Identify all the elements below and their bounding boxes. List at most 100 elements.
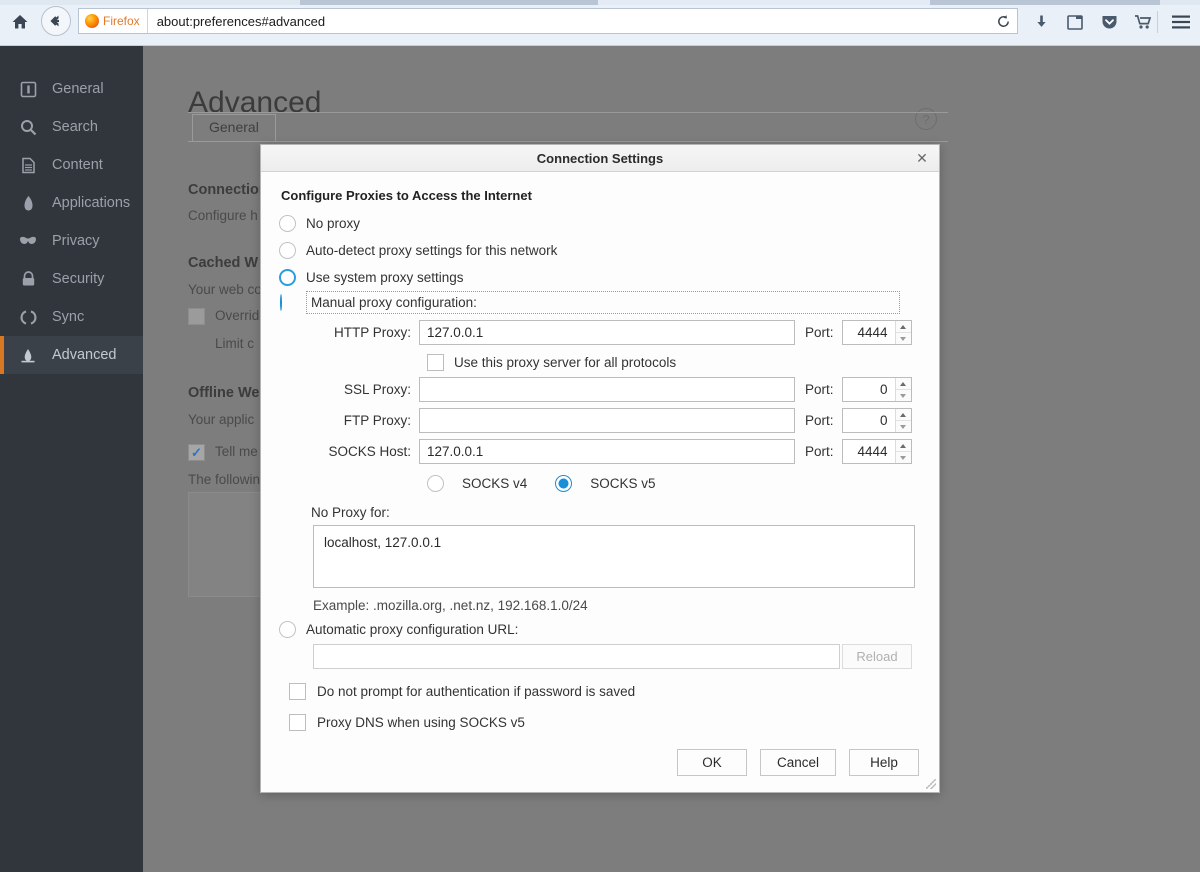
firefox-logo-icon <box>85 14 99 28</box>
pac-url-input[interactable] <box>313 644 840 669</box>
limit-cache-label: Limit c <box>215 336 254 351</box>
radio-row-pac[interactable]: Automatic proxy configuration URL: <box>279 621 921 638</box>
content-icon <box>18 155 38 175</box>
spinner-down-icon[interactable] <box>896 389 911 401</box>
title-divider <box>188 112 948 113</box>
radio-auto-detect[interactable] <box>279 242 296 259</box>
tab-general[interactable]: General <box>192 114 276 141</box>
spinner-up-icon[interactable] <box>896 440 911 451</box>
sidebar-item-label: Advanced <box>52 347 117 363</box>
help-button[interactable]: Help <box>849 749 919 776</box>
radio-label-pac-url: Automatic proxy configuration URL: <box>306 622 518 637</box>
dialog-title: Connection Settings <box>537 151 663 166</box>
radio-socks-v4[interactable] <box>427 475 444 492</box>
radio-no-proxy[interactable] <box>279 215 296 232</box>
tell-me-checkbox[interactable]: ✓ <box>188 444 205 461</box>
radio-row-manual[interactable]: Manual proxy configuration: <box>306 291 900 314</box>
back-arrow-icon[interactable] <box>41 6 71 36</box>
spinner-up-icon[interactable] <box>896 378 911 389</box>
radio-row-auto-detect[interactable]: Auto-detect proxy settings for this netw… <box>279 237 921 264</box>
ftp-port-spin-buttons[interactable] <box>895 409 911 432</box>
pac-reload-button[interactable]: Reload <box>842 644 912 669</box>
ok-button[interactable]: OK <box>677 749 747 776</box>
spinner-up-icon[interactable] <box>896 409 911 420</box>
spinner-down-icon[interactable] <box>896 420 911 432</box>
identity-brand-label: Firefox <box>103 14 140 28</box>
override-cache-checkbox[interactable] <box>188 308 205 325</box>
sidebar-item-label: Security <box>52 271 104 287</box>
cancel-button[interactable]: Cancel <box>760 749 836 776</box>
radio-label-manual-proxy: Manual proxy configuration: <box>311 295 477 310</box>
ftp-proxy-input[interactable] <box>419 408 795 433</box>
http-port-spin-buttons[interactable] <box>895 321 911 344</box>
section-text-connection: Configure h <box>188 208 258 223</box>
socks-port-label: Port: <box>795 444 842 459</box>
ssl-port-stepper[interactable] <box>842 377 912 402</box>
radio-pac-url[interactable] <box>279 621 296 638</box>
socks-port-stepper[interactable] <box>842 439 912 464</box>
identity-box[interactable]: Firefox <box>79 9 148 33</box>
sidebar-icon[interactable] <box>1060 8 1090 36</box>
dialog-body: Configure Proxies to Access the Internet… <box>261 172 939 731</box>
downloads-icon[interactable] <box>1026 8 1056 36</box>
radio-socks-v5[interactable] <box>555 475 572 492</box>
sidebar-item-applications[interactable]: Applications <box>0 184 143 222</box>
no-proxy-for-textarea[interactable] <box>313 525 915 588</box>
sidebar-item-general[interactable]: General <box>0 70 143 108</box>
radio-row-use-system[interactable]: Use system proxy settings <box>279 264 921 291</box>
dialog-titlebar: Connection Settings ✕ <box>261 145 939 172</box>
no-proxy-example-text: Example: .mozilla.org, .net.nz, 192.168.… <box>279 598 921 613</box>
sidebar-item-content[interactable]: Content <box>0 146 143 184</box>
sidebar-item-search[interactable]: Search <box>0 108 143 146</box>
sidebar-item-privacy[interactable]: Privacy <box>0 222 143 260</box>
sidebar-item-advanced[interactable]: Advanced <box>0 336 143 374</box>
use-all-protocols-row[interactable]: Use this proxy server for all protocols <box>279 354 921 371</box>
sidebar-item-label: Search <box>52 119 98 135</box>
no-auth-prompt-checkbox[interactable] <box>289 683 306 700</box>
hamburger-menu-icon[interactable] <box>1166 8 1196 36</box>
spinner-up-icon[interactable] <box>896 321 911 332</box>
socks-host-label: SOCKS Host: <box>279 444 419 459</box>
no-auth-prompt-label: Do not prompt for authentication if pass… <box>317 684 635 699</box>
ssl-proxy-input[interactable] <box>419 377 795 402</box>
offline-following-label: The followin <box>188 472 260 487</box>
section-heading-offline: Offline We <box>188 385 259 401</box>
ftp-port-stepper[interactable] <box>842 408 912 433</box>
radio-manual-proxy[interactable] <box>280 294 282 311</box>
sidebar-item-label: General <box>52 81 104 97</box>
http-port-stepper[interactable] <box>842 320 912 345</box>
close-icon[interactable]: ✕ <box>913 149 931 167</box>
cart-icon[interactable] <box>1128 8 1158 36</box>
http-port-input[interactable] <box>843 321 895 344</box>
radio-label-no-proxy: No proxy <box>306 216 360 231</box>
http-proxy-input[interactable] <box>419 320 795 345</box>
sidebar-item-security[interactable]: Security <box>0 260 143 298</box>
no-auth-prompt-row[interactable]: Do not prompt for authentication if pass… <box>279 683 921 700</box>
radio-use-system[interactable] <box>279 269 296 286</box>
ssl-port-spin-buttons[interactable] <box>895 378 911 401</box>
sidebar-item-label: Content <box>52 157 103 173</box>
pocket-icon[interactable] <box>1094 8 1124 36</box>
ssl-port-input[interactable] <box>843 378 895 401</box>
socks-host-input[interactable] <box>419 439 795 464</box>
address-bar[interactable]: Firefox about:preferences#advanced <box>78 8 1018 34</box>
radio-label-auto-detect: Auto-detect proxy settings for this netw… <box>306 243 557 258</box>
socks-port-spin-buttons[interactable] <box>895 440 911 463</box>
sidebar-item-sync[interactable]: Sync <box>0 298 143 336</box>
reload-icon[interactable] <box>990 9 1016 33</box>
socks-port-input[interactable] <box>843 440 895 463</box>
general-icon <box>18 79 38 99</box>
proxy-dns-checkbox[interactable] <box>289 714 306 731</box>
proxy-dns-row[interactable]: Proxy DNS when using SOCKS v5 <box>279 714 921 731</box>
home-icon[interactable] <box>7 9 33 35</box>
http-port-label: Port: <box>795 325 842 340</box>
section-heading-cached: Cached W <box>188 255 258 271</box>
connection-settings-dialog: Connection Settings ✕ Configure Proxies … <box>260 144 940 793</box>
ftp-port-input[interactable] <box>843 409 895 432</box>
dialog-resize-grip[interactable] <box>926 779 936 789</box>
spinner-down-icon[interactable] <box>896 332 911 344</box>
radio-row-no-proxy[interactable]: No proxy <box>279 210 921 237</box>
applications-icon <box>18 193 38 213</box>
use-all-protocols-checkbox[interactable] <box>427 354 444 371</box>
spinner-down-icon[interactable] <box>896 451 911 463</box>
